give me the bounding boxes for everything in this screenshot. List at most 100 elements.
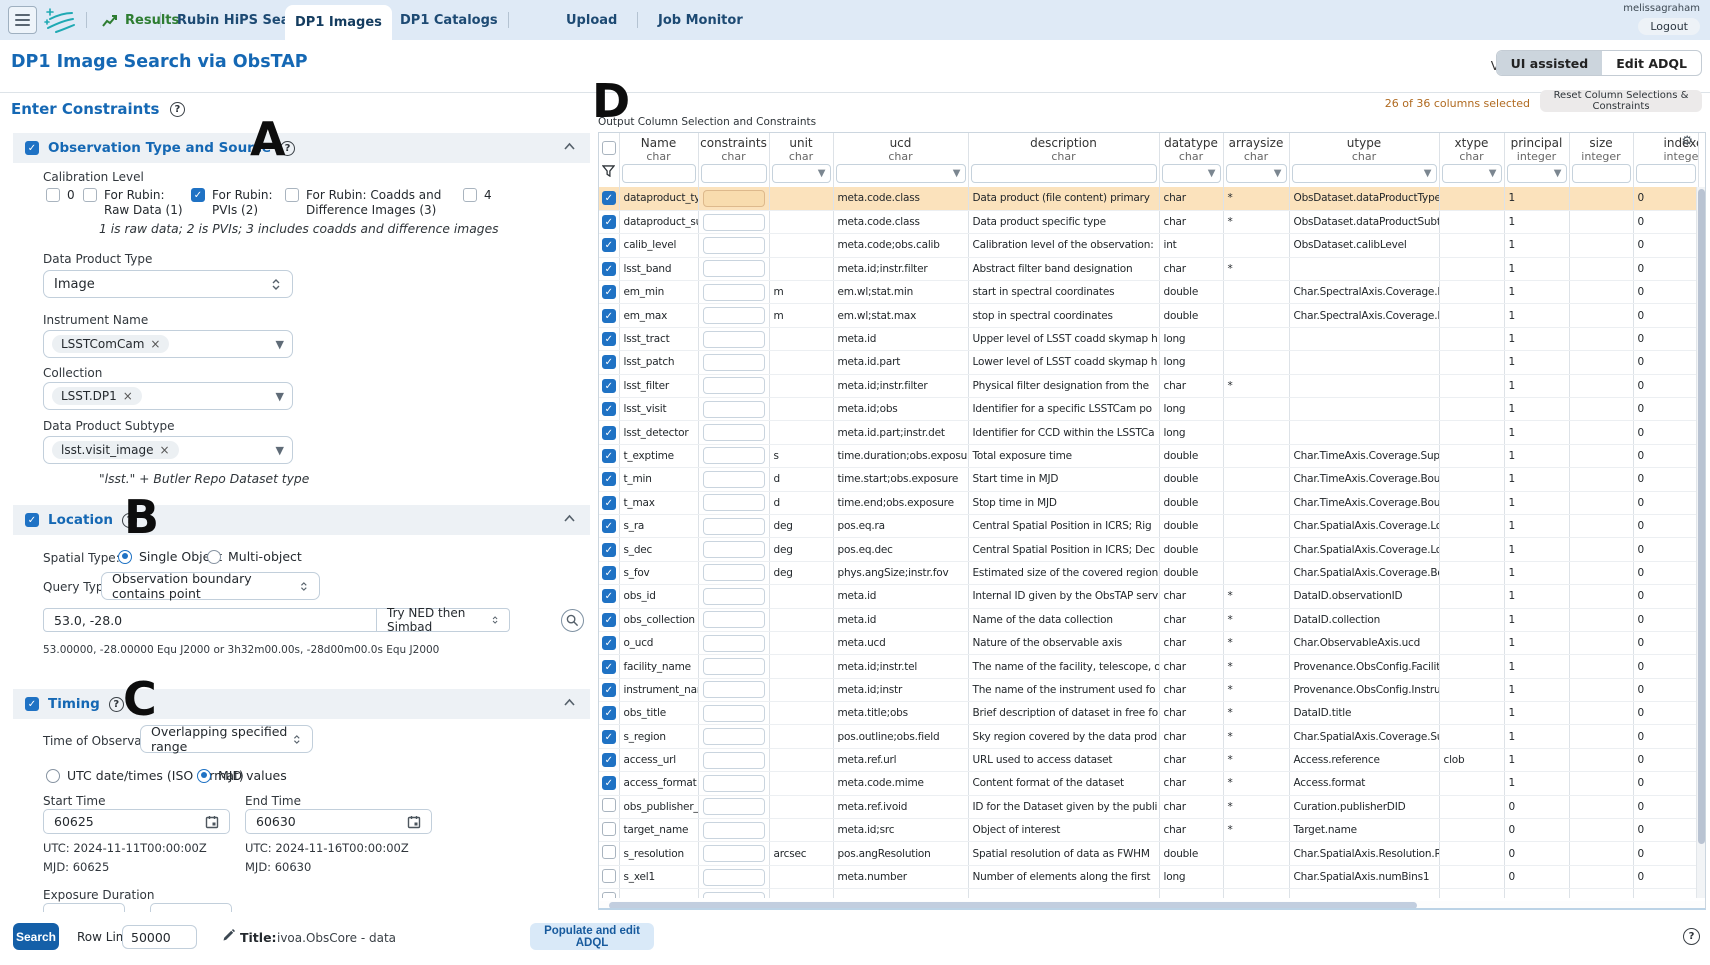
chip-remove-icon[interactable]: × [159, 443, 169, 457]
filter-input-ucd[interactable]: ▼ [836, 164, 966, 183]
tab-dp1-catalogs[interactable]: DP1 Catalogs [390, 0, 508, 40]
constraint-input[interactable] [703, 705, 765, 722]
view-ui-assisted-button[interactable]: UI assisted [1497, 51, 1603, 75]
collection-multiselect[interactable]: LSST.DP1× ▼ [43, 382, 293, 410]
checkbox-icon[interactable]: ✓ [602, 238, 616, 252]
tab-job-monitor[interactable]: Job Monitor [648, 0, 753, 40]
edit-pencil-icon[interactable] [221, 928, 236, 943]
filter-input-Name[interactable] [622, 164, 696, 183]
column-settings-gear-icon[interactable]: ⚙ [1681, 134, 1693, 149]
constraint-input[interactable] [703, 845, 765, 862]
constraint-input[interactable] [703, 728, 765, 745]
section-observation-type[interactable]: ✓ Observation Type and Source ? [13, 133, 590, 163]
checkbox-icon[interactable]: ✓ [602, 449, 616, 463]
exposure-max-input[interactable] [150, 903, 232, 912]
constraint-input[interactable] [703, 471, 765, 488]
checkbox-icon[interactable]: ✓ [602, 636, 616, 650]
constraint-input[interactable] [703, 681, 765, 698]
section-timing[interactable]: ✓ Timing ? [13, 689, 590, 719]
checkbox-icon[interactable]: ✓ [602, 309, 616, 323]
constraint-input[interactable] [703, 214, 765, 231]
checkbox-icon[interactable]: ✓ [602, 285, 616, 299]
filter-input-unit[interactable]: ▼ [772, 164, 831, 183]
constraint-input[interactable] [703, 307, 765, 324]
filter-funnel-icon[interactable] [602, 165, 615, 177]
checkbox-icon[interactable] [285, 188, 299, 202]
filter-input-description[interactable] [971, 164, 1157, 183]
chevron-down-icon[interactable]: ▼ [1208, 168, 1216, 179]
checkbox-icon[interactable] [602, 845, 616, 859]
checkbox-icon[interactable]: ✓ [602, 660, 616, 674]
section-label[interactable]: Location [48, 512, 113, 528]
reset-columns-button[interactable]: Reset Column Selections & Constraints [1540, 90, 1702, 112]
filter-input-xtype[interactable]: ▼ [1442, 164, 1502, 183]
chevron-up-icon[interactable] [563, 514, 576, 523]
start-time-input[interactable]: 60625 [43, 809, 230, 834]
chevron-down-icon[interactable]: ▼ [276, 338, 284, 351]
column-header-Name[interactable]: Namechar [619, 133, 698, 163]
checkbox-icon[interactable]: ✓ [602, 776, 616, 790]
filter-input-utype[interactable]: ▼ [1292, 164, 1437, 183]
column-header-arraysize[interactable]: arraysizechar [1223, 133, 1289, 163]
vertical-scrollbar[interactable] [1696, 187, 1705, 898]
section-label[interactable]: Timing [48, 696, 100, 712]
constraint-input[interactable] [703, 424, 765, 441]
checkbox-icon[interactable]: ✓ [602, 496, 616, 510]
chevron-up-icon[interactable] [563, 142, 576, 151]
column-header-utype[interactable]: utypechar [1289, 133, 1439, 163]
constraint-input[interactable] [703, 564, 765, 581]
chevron-down-icon[interactable]: ▼ [276, 444, 284, 457]
constraint-input[interactable] [703, 377, 765, 394]
constraint-input[interactable] [703, 798, 765, 815]
logout-button[interactable]: Logout [1638, 18, 1700, 35]
help-icon[interactable]: ? [109, 697, 124, 712]
checkbox-icon[interactable]: ✓ [602, 379, 616, 393]
time-of-observation-select[interactable]: Overlapping specified range [140, 725, 313, 753]
calib-option[interactable]: 4 [463, 188, 492, 203]
checkbox-icon[interactable]: ✓ [602, 566, 616, 580]
checkbox-icon[interactable]: ✓ [602, 191, 616, 205]
checkbox-icon[interactable] [463, 188, 477, 202]
section-label[interactable]: Observation Type and Source [48, 140, 271, 156]
section-checkbox[interactable]: ✓ [25, 697, 39, 711]
chevron-down-icon[interactable]: ▼ [1424, 168, 1432, 179]
constraint-input[interactable] [703, 447, 765, 464]
chip-remove-icon[interactable]: × [123, 389, 133, 403]
checkbox-icon[interactable]: ✓ [602, 426, 616, 440]
checkbox-icon[interactable]: ✓ [602, 613, 616, 627]
instrument-name-multiselect[interactable]: LSSTComCam× ▼ [43, 330, 293, 358]
section-checkbox[interactable]: ✓ [25, 513, 39, 527]
help-icon[interactable]: ? [170, 102, 185, 117]
filter-input-indexed[interactable] [1636, 164, 1696, 183]
constraint-input[interactable] [703, 658, 765, 675]
checkbox-icon[interactable]: ✓ [602, 472, 616, 486]
calib-option[interactable]: ✓For Rubin: PVIs (2) [191, 188, 276, 218]
data-product-subtype-multiselect[interactable]: lsst.visit_image× ▼ [43, 436, 293, 464]
column-header-constraints[interactable]: constraintschar [698, 133, 769, 163]
checkbox-icon[interactable]: ✓ [191, 188, 205, 202]
search-button[interactable]: Search [13, 923, 59, 950]
view-edit-adql-button[interactable]: Edit ADQL [1602, 51, 1701, 75]
constraint-input[interactable] [703, 401, 765, 418]
constraint-input[interactable] [703, 331, 765, 348]
column-header-datatype[interactable]: datatypechar [1159, 133, 1223, 163]
radio-icon[interactable] [207, 550, 221, 564]
resolver-select[interactable]: Try NED then Simbad [377, 608, 510, 632]
checkbox-icon[interactable]: ✓ [602, 215, 616, 229]
checkbox-icon[interactable]: ✓ [602, 332, 616, 346]
chevron-down-icon[interactable]: ▼ [953, 168, 961, 179]
checkbox-icon[interactable]: ✓ [602, 262, 616, 276]
radio-icon[interactable] [118, 550, 132, 564]
constraint-input[interactable] [703, 775, 765, 792]
section-checkbox[interactable]: ✓ [25, 141, 39, 155]
chevron-down-icon[interactable]: ▼ [1554, 168, 1562, 179]
constraint-input[interactable] [703, 494, 765, 511]
radio-icon[interactable] [197, 769, 211, 783]
filter-input-arraysize[interactable]: ▼ [1226, 164, 1287, 183]
checkbox-icon[interactable]: ✓ [602, 402, 616, 416]
column-header-size[interactable]: sizeinteger [1569, 133, 1633, 163]
chevron-down-icon[interactable]: ▼ [818, 168, 826, 179]
constraint-input[interactable] [703, 822, 765, 839]
hamburger-menu-button[interactable] [8, 6, 37, 34]
column-header-principal[interactable]: principalinteger [1504, 133, 1569, 163]
